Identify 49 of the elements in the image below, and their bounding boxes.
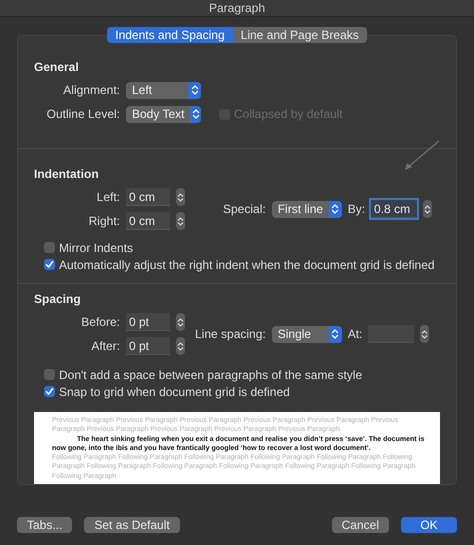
dialog-button[interactable]: Set as Default xyxy=(84,517,180,534)
input-field[interactable] xyxy=(368,325,414,343)
input-field[interactable]: 0 pt xyxy=(126,313,170,331)
field-label: Alignment: xyxy=(62,83,120,97)
tab[interactable]: Line and Page Breaks xyxy=(232,27,367,43)
stepper-control[interactable] xyxy=(176,313,185,331)
section-heading: General xyxy=(34,60,80,74)
stepper-control[interactable] xyxy=(176,337,185,355)
input-field[interactable]: 0.8 cm xyxy=(371,200,418,218)
field-label: By: xyxy=(348,202,366,216)
field-label: Special: xyxy=(223,202,266,216)
checkbox[interactable] xyxy=(44,386,55,397)
checkbox-label: Mirror Indents xyxy=(59,240,134,254)
dialog-button[interactable]: Tabs... xyxy=(17,517,72,534)
field-label: At: xyxy=(348,327,362,341)
section-heading: Indentation xyxy=(34,167,100,181)
dropdown[interactable]: First line xyxy=(272,200,342,218)
chevron-icon xyxy=(188,82,201,98)
stepper-control[interactable] xyxy=(423,200,432,218)
section-heading: Spacing xyxy=(34,292,82,306)
chevron-icon xyxy=(328,326,342,342)
dropdown[interactable]: Single xyxy=(272,326,342,342)
tab[interactable]: Indents and Spacing xyxy=(107,27,233,43)
field-label: Line spacing: xyxy=(195,327,266,341)
dialog-button[interactable]: Cancel xyxy=(332,517,389,534)
dropdown[interactable]: Body Text xyxy=(126,106,201,122)
chevron-icon xyxy=(190,106,201,122)
input-field[interactable]: 0 cm xyxy=(126,212,170,230)
field-label: Outline Level: xyxy=(46,107,120,121)
dialog-button[interactable]: OK xyxy=(401,517,457,534)
field-label: After: xyxy=(90,339,120,353)
input-field[interactable]: 0 pt xyxy=(126,337,170,355)
stepper-control[interactable] xyxy=(176,188,185,206)
field-label: Right: xyxy=(88,214,120,228)
field-label: Left: xyxy=(96,190,120,204)
checkbox[interactable] xyxy=(44,259,55,270)
annotation-arrow xyxy=(405,140,440,170)
window-title: Paragraph xyxy=(0,0,474,17)
field-label: Before: xyxy=(80,315,120,329)
dropdown[interactable]: Left xyxy=(126,82,201,98)
checkbox-label: Automatically adjust the right indent when the document grid is defined xyxy=(59,258,435,272)
stepper-control[interactable] xyxy=(176,212,185,230)
checkbox[interactable] xyxy=(44,242,55,253)
checkbox-label: Snap to grid when document grid is defined xyxy=(59,384,290,398)
chevron-icon xyxy=(329,200,342,218)
checkbox-label: Don't add a space between paragraphs of the same style xyxy=(59,368,362,382)
stepper-control[interactable] xyxy=(420,325,430,343)
input-field[interactable]: 0 cm xyxy=(126,188,170,206)
checkbox[interactable] xyxy=(44,369,55,380)
